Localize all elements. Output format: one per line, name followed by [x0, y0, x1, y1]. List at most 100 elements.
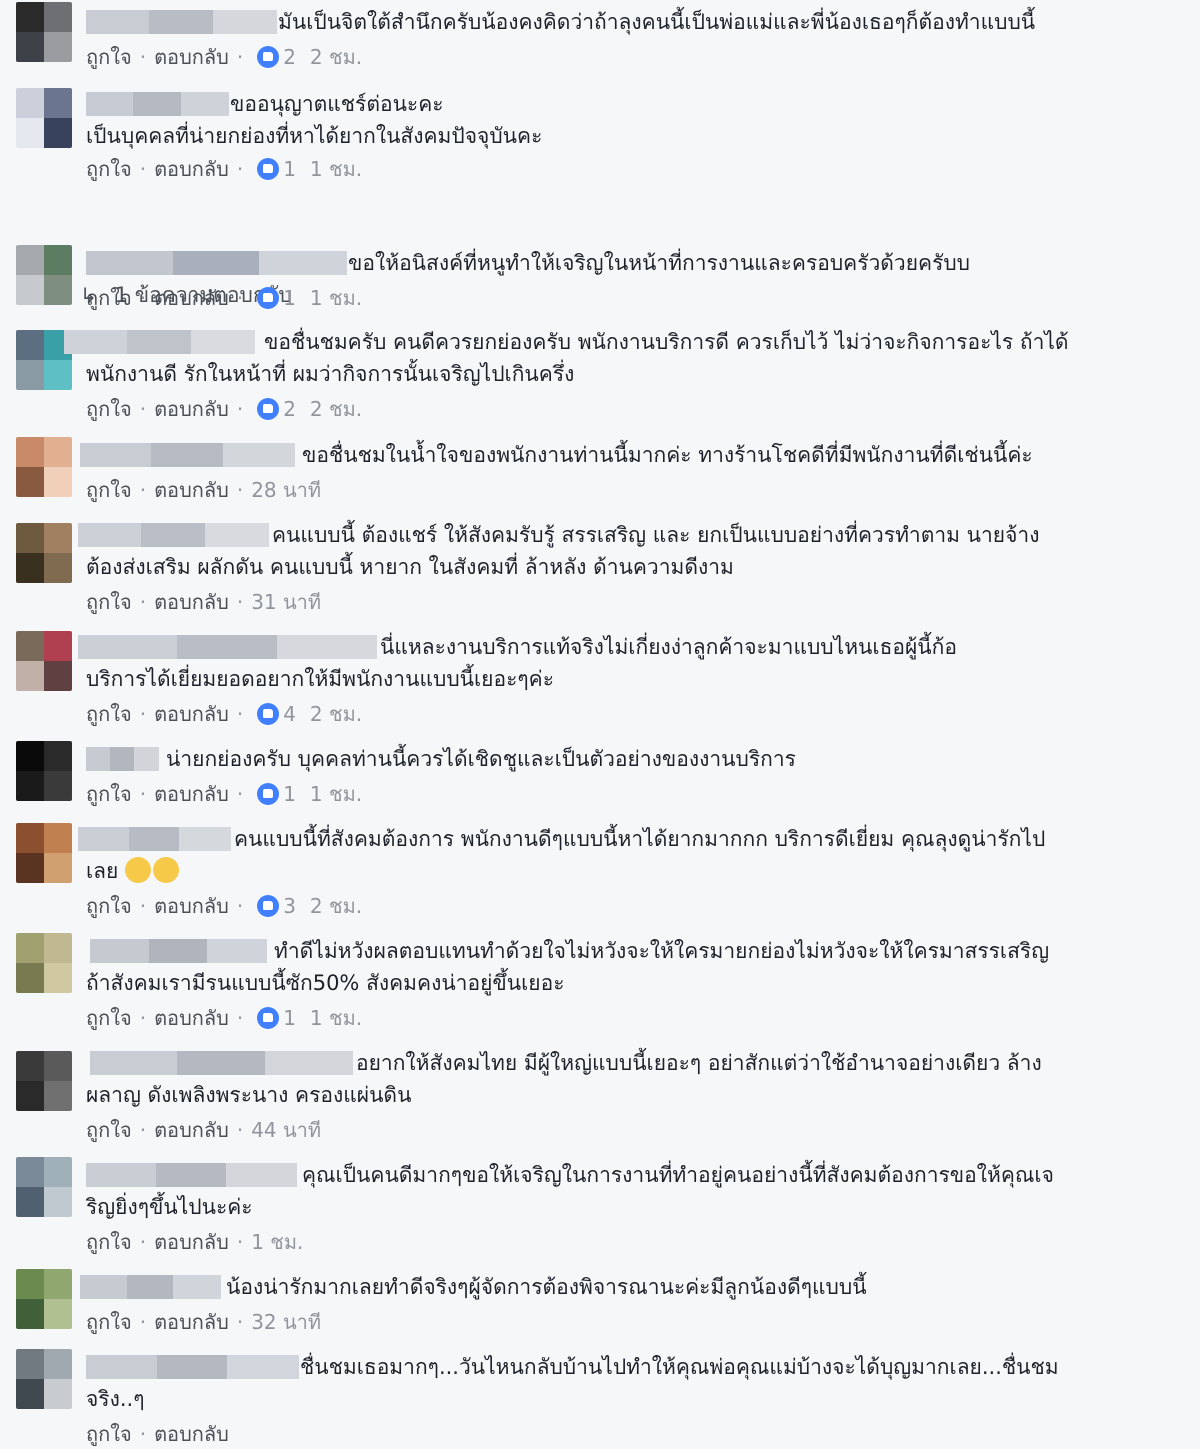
reply-link[interactable]: ตอบกลับ: [154, 42, 229, 72]
avatar[interactable]: [16, 2, 72, 62]
avatar[interactable]: [16, 437, 72, 497]
like-link[interactable]: ถูกใจ: [86, 587, 132, 617]
comment-text: เป็นบุคคลที่น่ายกย่องที่หาได้ยากในสังคมป…: [86, 124, 543, 148]
avatar[interactable]: [16, 631, 72, 691]
like-link[interactable]: ถูกใจ: [86, 1307, 132, 1337]
like-count-badge[interactable]: 3: [257, 891, 296, 921]
timestamp[interactable]: 2 ชม.: [310, 891, 362, 921]
timestamp[interactable]: 1 ชม.: [310, 779, 362, 809]
avatar[interactable]: [16, 1349, 72, 1409]
commenter-name-redacted[interactable]: [90, 1051, 353, 1075]
laughing-crying-emoji: [125, 857, 152, 883]
separator: ·: [139, 157, 147, 181]
reply-link[interactable]: ตอบกลับ: [154, 587, 229, 617]
like-count: 2: [283, 397, 296, 421]
commenter-name-redacted[interactable]: [90, 939, 267, 963]
like-link[interactable]: ถูกใจ: [86, 1003, 132, 1033]
commenter-name-redacted[interactable]: [78, 827, 231, 851]
timestamp[interactable]: 44 นาที: [251, 1115, 321, 1145]
separator: ·: [139, 702, 147, 726]
comment-text: ขออนุญาตแชร์ต่อนะคะ: [230, 92, 444, 116]
avatar[interactable]: [16, 1269, 72, 1329]
avatar[interactable]: [16, 1051, 72, 1111]
timestamp[interactable]: 28 นาที: [251, 475, 321, 505]
like-count-badge[interactable]: 1: [257, 1003, 296, 1033]
avatar[interactable]: [16, 1157, 72, 1217]
commenter-name-redacted[interactable]: [80, 443, 295, 467]
reply-link[interactable]: ตอบกลับ: [154, 1115, 229, 1145]
separator: ·: [236, 286, 244, 310]
timestamp[interactable]: 1 ชม.: [310, 283, 362, 313]
commenter-name-redacted[interactable]: [86, 747, 159, 771]
commenter-name-redacted[interactable]: [86, 1163, 297, 1187]
commenter-name-redacted[interactable]: [86, 10, 277, 34]
avatar[interactable]: [16, 741, 72, 801]
commenter-name-redacted[interactable]: [86, 92, 229, 116]
reply-link[interactable]: ตอบกลับ: [154, 779, 229, 809]
commenter-name-redacted[interactable]: [64, 330, 255, 354]
timestamp[interactable]: 2 ชม.: [310, 699, 362, 729]
reply-link[interactable]: ตอบกลับ: [154, 1307, 229, 1337]
comment-actions: ถูกใจ · ตอบกลับ · 1 ชม.: [86, 1227, 303, 1257]
reply-link[interactable]: ตอบกลับ: [154, 283, 229, 313]
commenter-name-redacted[interactable]: [86, 251, 347, 275]
separator: ·: [236, 45, 244, 69]
comment-text: น้องน่ารักมากเลยทำดีจริงๆผู้จัดการต้องพิ…: [226, 1275, 867, 1299]
reply-link[interactable]: ตอบกลับ: [154, 1227, 229, 1257]
like-link[interactable]: ถูกใจ: [86, 1419, 132, 1449]
like-count-badge[interactable]: 2: [257, 394, 296, 424]
comment-actions: ถูกใจ · ตอบกลับ · 1 1 ชม.: [86, 154, 362, 184]
reply-link[interactable]: ตอบกลับ: [154, 891, 229, 921]
comment-text: เลย: [86, 855, 1166, 887]
like-link[interactable]: ถูกใจ: [86, 154, 132, 184]
reply-link[interactable]: ตอบกลับ: [154, 154, 229, 184]
separator: ·: [139, 397, 147, 421]
like-link[interactable]: ถูกใจ: [86, 779, 132, 809]
like-count: 3: [283, 894, 296, 918]
like-count-badge[interactable]: 1: [257, 779, 296, 809]
separator: ·: [139, 590, 147, 614]
reply-link[interactable]: ตอบกลับ: [154, 1419, 229, 1449]
timestamp[interactable]: 1 ชม.: [251, 1227, 303, 1257]
commenter-name-redacted[interactable]: [78, 523, 269, 547]
avatar[interactable]: [16, 88, 72, 148]
reply-link[interactable]: ตอบกลับ: [154, 394, 229, 424]
like-count-badge[interactable]: 4: [257, 699, 296, 729]
like-link[interactable]: ถูกใจ: [86, 42, 132, 72]
timestamp[interactable]: 2 ชม.: [310, 394, 362, 424]
like-count: 1: [283, 286, 296, 310]
reply-link[interactable]: ตอบกลับ: [154, 1003, 229, 1033]
avatar[interactable]: [16, 823, 72, 883]
like-link[interactable]: ถูกใจ: [86, 699, 132, 729]
like-link[interactable]: ถูกใจ: [86, 1227, 132, 1257]
like-count-badge[interactable]: 1: [257, 283, 296, 313]
timestamp[interactable]: 1 ชม.: [310, 154, 362, 184]
like-count-badge[interactable]: 1: [257, 154, 296, 184]
like-link[interactable]: ถูกใจ: [86, 475, 132, 505]
like-link[interactable]: ถูกใจ: [86, 283, 132, 313]
avatar[interactable]: [16, 933, 72, 993]
thumbs-up-icon: [257, 398, 280, 420]
like-link[interactable]: ถูกใจ: [86, 891, 132, 921]
commenter-name-redacted[interactable]: [80, 1275, 221, 1299]
avatar[interactable]: [16, 523, 72, 583]
like-count-badge[interactable]: 2: [257, 42, 296, 72]
like-count: 1: [283, 1006, 296, 1030]
timestamp[interactable]: 32 นาที: [251, 1307, 321, 1337]
comment-text: จริง..ๆ: [86, 1387, 145, 1411]
comment-actions: ถูกใจ · ตอบกลับ · 28 นาที: [86, 475, 321, 505]
comment-text: ผลาญ ดังเพลิงพระนาง ครองแผ่นดิน: [86, 1083, 412, 1107]
commenter-name-redacted[interactable]: [78, 635, 377, 659]
comment-actions: ถูกใจ · ตอบกลับ: [86, 1419, 229, 1449]
avatar[interactable]: [16, 245, 72, 305]
comment-text: พนักงานดี รักในหน้าที่ ผมว่ากิจการนั้นเจ…: [86, 362, 575, 386]
reply-link[interactable]: ตอบกลับ: [154, 475, 229, 505]
comment-text: ขอชื่นชมในน้ำใจของพนักงานท่านนี้มากค่ะ ท…: [302, 443, 1033, 467]
timestamp[interactable]: 31 นาที: [251, 587, 321, 617]
like-link[interactable]: ถูกใจ: [86, 394, 132, 424]
like-link[interactable]: ถูกใจ: [86, 1115, 132, 1145]
timestamp[interactable]: 2 ชม.: [310, 42, 362, 72]
commenter-name-redacted[interactable]: [86, 1355, 299, 1379]
reply-link[interactable]: ตอบกลับ: [154, 699, 229, 729]
timestamp[interactable]: 1 ชม.: [310, 1003, 362, 1033]
